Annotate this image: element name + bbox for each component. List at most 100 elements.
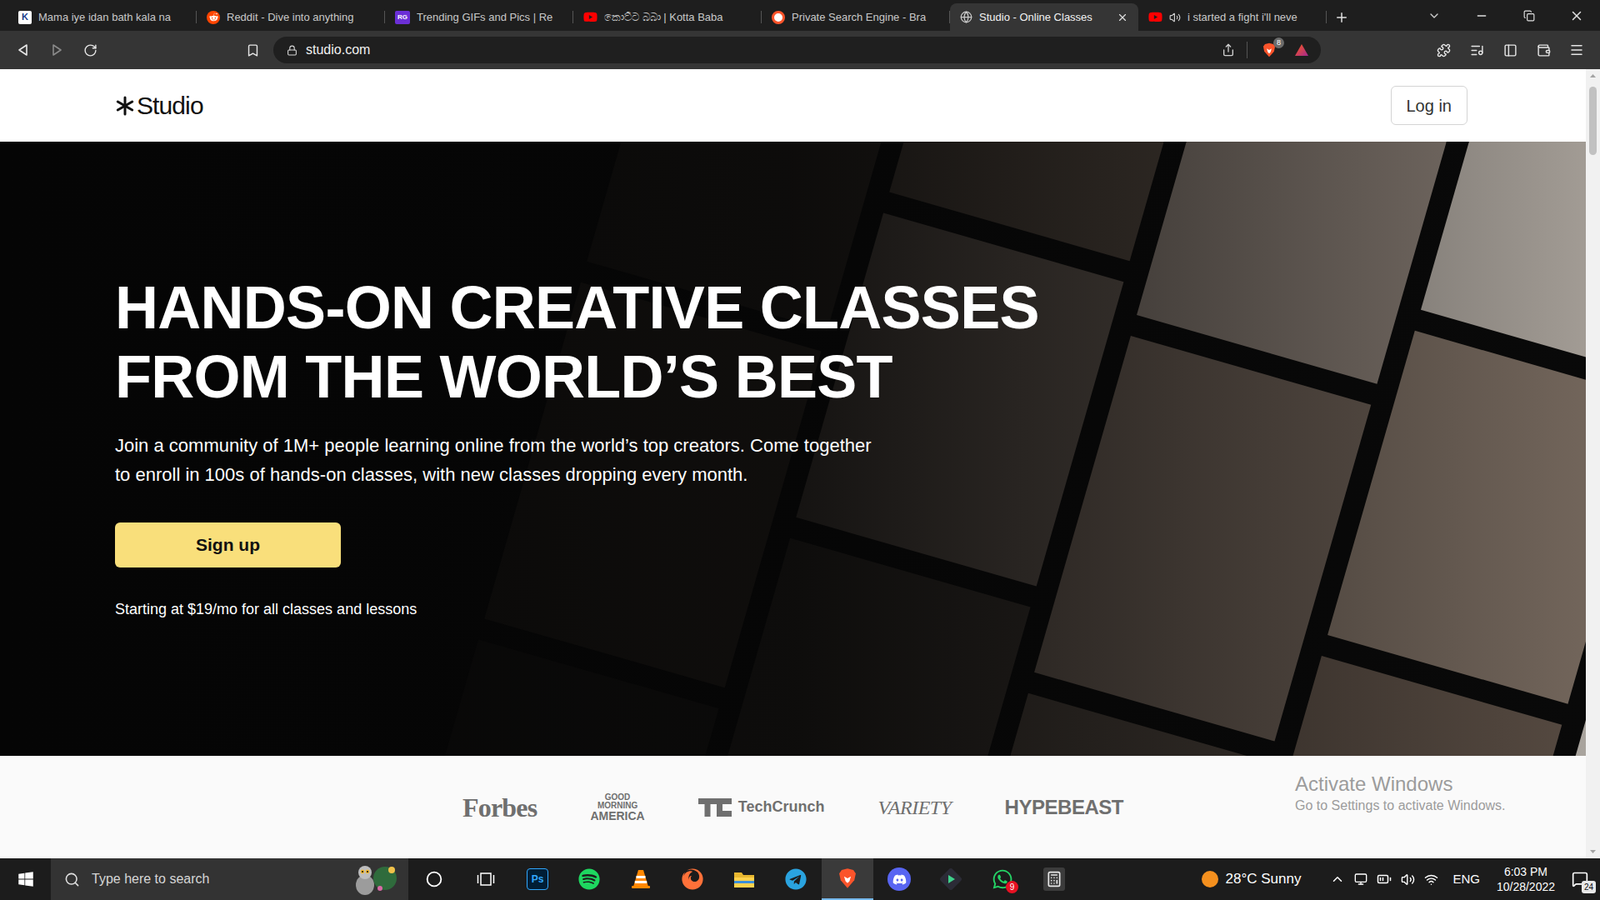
weather-widget[interactable]: 28°C Sunny (1195, 858, 1308, 900)
reload-icon (83, 43, 98, 58)
wifi-icon (1424, 872, 1439, 887)
clock[interactable]: 6:03 PM10/28/2022 (1491, 864, 1560, 895)
taskbar: Type here to search Ps 9 28°C Sunny ENG 6:03 … (0, 858, 1600, 900)
menu-icon (1569, 42, 1585, 58)
battery-icon (1376, 871, 1392, 887)
reload-button[interactable] (73, 35, 107, 65)
menu-button[interactable] (1560, 35, 1594, 65)
vlc-icon (630, 868, 652, 890)
browser-tab[interactable]: KMama iye idan bath kala na (8, 3, 197, 31)
battery-button[interactable] (1372, 871, 1396, 887)
rg-favicon-icon: RG (395, 10, 410, 25)
sign-up-button[interactable]: Sign up (115, 522, 341, 568)
clock-time: 6:03 PM (1504, 864, 1548, 880)
url-text[interactable]: studio.com (305, 40, 370, 60)
log-in-button[interactable]: Log in (1390, 85, 1469, 125)
close-icon (1569, 8, 1585, 24)
tray-overflow-button[interactable] (1325, 871, 1350, 887)
tab-separator (384, 10, 385, 24)
bookmark-button[interactable] (238, 35, 267, 65)
extensions-button[interactable] (1426, 35, 1460, 65)
address-bar[interactable]: studio.com 8 (273, 36, 1321, 64)
taskbar-app[interactable] (563, 858, 615, 900)
tab-separator (572, 10, 574, 24)
web-page: Studio Log in HANDS-ON CREATIVE CLASSESFRO… (0, 69, 1586, 859)
discord-icon (887, 867, 911, 891)
taskbar-app[interactable] (615, 858, 667, 900)
tab-search-button[interactable] (1410, 0, 1458, 31)
scroll-down-icon[interactable] (1585, 844, 1600, 859)
sun-icon (1201, 870, 1219, 888)
studio-logo[interactable]: Studio (115, 86, 204, 125)
start-button[interactable] (0, 858, 51, 900)
telegram-icon (785, 868, 807, 890)
browser-tab[interactable]: RGTrending GIFs and Pics | Re (385, 3, 574, 31)
forward-button[interactable] (40, 35, 74, 65)
taskbar-app[interactable] (718, 858, 770, 900)
network-button[interactable] (1419, 872, 1443, 887)
tab-title: i started a fight i'll neve (1187, 9, 1317, 26)
restore-button[interactable] (1505, 0, 1553, 31)
volume-button[interactable] (1395, 872, 1420, 887)
taskbar-search[interactable]: Type here to search (50, 858, 409, 900)
hero-content: HANDS-ON CREATIVE CLASSESFROM THE WORLD’… (0, 141, 1586, 620)
tab-separator (195, 10, 197, 24)
meet-button[interactable] (1349, 872, 1373, 886)
gma-line: AMERICA (590, 810, 645, 822)
taskbar-app[interactable] (666, 858, 719, 900)
back-icon (16, 43, 30, 57)
notification-button[interactable]: 24 (1560, 858, 1600, 900)
minimize-icon (1475, 9, 1489, 23)
rewards-button[interactable] (1292, 40, 1311, 60)
taskbar-app[interactable] (925, 858, 977, 900)
close-window-button[interactable] (1552, 0, 1600, 31)
page-area: Studio Log in HANDS-ON CREATIVE CLASSESFRO… (0, 69, 1600, 859)
sidebar-button[interactable] (1493, 35, 1527, 65)
back-button[interactable] (6, 35, 40, 65)
window-controls (1410, 0, 1600, 31)
browser-tab[interactable]: Studio - Online Classes (950, 3, 1139, 31)
new-tab-button[interactable] (1326, 3, 1357, 31)
browser-tab[interactable]: Private Search Engine - Bra (761, 3, 950, 31)
brave-shields-button[interactable]: 8 (1259, 40, 1280, 60)
scroll-up-icon[interactable] (1585, 69, 1600, 84)
scrollbar-thumb[interactable] (1589, 86, 1597, 155)
search-placeholder: Type here to search (91, 869, 210, 890)
hero-text: Join a community of 1M+ people learning … (115, 430, 890, 490)
taskbar-app[interactable] (873, 858, 925, 900)
address-divider (1246, 41, 1248, 59)
share-icon[interactable] (1221, 43, 1235, 57)
minimize-button[interactable] (1457, 0, 1505, 31)
browser-tab[interactable]: i started a fight i'll neve (1138, 3, 1327, 31)
star-logo-icon (115, 95, 135, 116)
browser-tab[interactable]: Reddit - Dive into anything (196, 3, 385, 31)
youtube-favicon-icon (583, 10, 598, 25)
search-icon (64, 871, 80, 888)
playlist-button[interactable] (1460, 35, 1494, 65)
forbes-logo: Forbes (462, 787, 537, 828)
cortana-icon (425, 870, 443, 888)
weather-text: 28°C Sunny (1225, 868, 1301, 890)
screen: KMama iye idan bath kala naReddit - Dive… (0, 0, 1600, 900)
taskbar-app[interactable] (770, 858, 822, 900)
taskbar-app[interactable] (821, 858, 874, 900)
variety-logo: VARIETY (877, 792, 951, 823)
wallet-button[interactable] (1526, 35, 1560, 65)
restore-icon (1523, 10, 1535, 22)
language-indicator[interactable]: ENG (1452, 870, 1480, 890)
taskbar-app[interactable] (460, 858, 512, 900)
brave-icon (835, 866, 860, 890)
scrollbar[interactable] (1585, 69, 1600, 859)
taskbar-app[interactable]: 9 (976, 858, 1029, 900)
close-tab-icon[interactable] (1116, 11, 1129, 24)
taskbar-app[interactable] (408, 858, 460, 900)
browser-tab[interactable]: කොට්ට බබා | Kotta Baba (573, 3, 762, 31)
task-view-icon (476, 870, 495, 888)
gma-logo: GOODMORNINGAMERICA (590, 793, 645, 822)
audio-playing-icon[interactable] (1169, 11, 1181, 24)
taskbar-app[interactable] (1028, 858, 1080, 900)
watermark-subtitle: Go to Settings to activate Windows. (1295, 796, 1506, 815)
photoshop-icon: Ps (526, 868, 549, 890)
globe-favicon-icon (960, 10, 973, 24)
taskbar-app[interactable]: Ps (511, 858, 564, 900)
